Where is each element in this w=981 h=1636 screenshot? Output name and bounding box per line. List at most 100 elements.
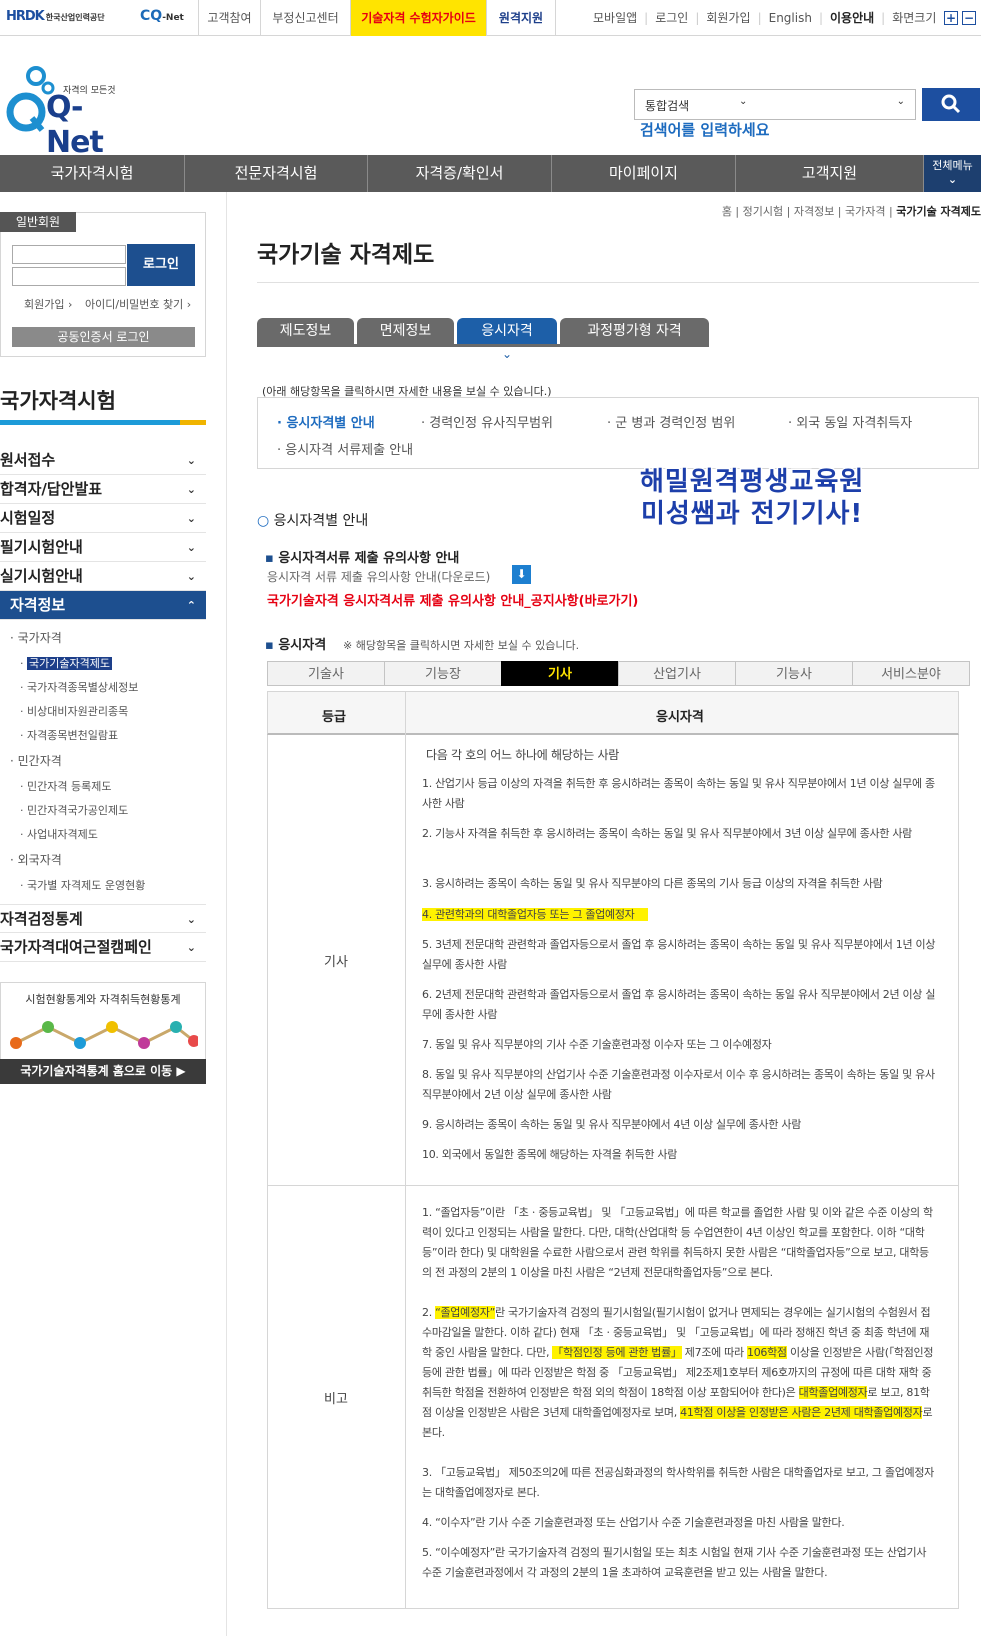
eligibility-heading-text: 응시자격 [278, 638, 327, 653]
breadcrumb-info[interactable]: 자격정보 [794, 205, 834, 218]
search-placeholder-text[interactable]: 검색어를 입력하세요 [640, 119, 769, 140]
search-category-select[interactable]: 통합검색 ⌄ ⌄ [634, 89, 916, 120]
grade-tab-service[interactable]: 서비스분야 [852, 661, 970, 686]
eligibility-item: 10. 외국에서 동일한 종목에 해당하는 자격을 취득한 사람 [422, 1148, 678, 1161]
sidebar-item-label: 시험일정 [0, 509, 56, 527]
link-customer-participation[interactable]: 고객참여 [198, 0, 260, 36]
eligibility-item: 2. 기능사 자격을 취득한 후 응시하려는 종목이 속하는 동일 및 유사 직… [422, 827, 912, 840]
info-link-foreign[interactable]: · 외국 동일 자격취득자 [788, 412, 912, 431]
chevron-down-icon: ⌄ [186, 941, 196, 954]
grade-tab-engineer[interactable]: 기사 [501, 661, 619, 686]
link-usage-guide[interactable]: 이용안내 [830, 11, 874, 25]
chevron-down-icon: ⌄ [947, 173, 958, 186]
grade-tab-master-craftsman[interactable]: 기능장 [384, 661, 502, 686]
sidebar-sub-inhouse[interactable]: · 사업내자격제도 [20, 826, 98, 842]
tab-system-info[interactable]: 제도정보 [257, 318, 354, 345]
sidebar-item-statistics[interactable]: 자격검정통계 ⌄ [0, 904, 206, 933]
hrdk-logo-sub: 한국산업인력공단 [45, 13, 105, 22]
sidebar-sub-emergency[interactable]: · 비상대비자원관리종목 [20, 703, 128, 719]
sidebar-sub-history[interactable]: · 자격종목변천일람표 [20, 727, 118, 743]
sidebar-sub-national[interactable]: · 국가자격 [10, 629, 62, 646]
download-icon[interactable]: ⬇ [512, 565, 531, 584]
login-password-input[interactable] [12, 267, 126, 286]
grade-tab-craftsman[interactable]: 기능사 [735, 661, 853, 686]
grade-tab-professional-engineer[interactable]: 기술사 [267, 661, 385, 686]
circle-bullet-icon: ○ [257, 513, 270, 529]
info-link-eligibility[interactable]: · 응시자격별 안내 [277, 412, 375, 431]
gnb-customer-support[interactable]: 고객지원 [736, 155, 924, 192]
login-button[interactable]: 로그인 [127, 244, 195, 286]
sidebar-sub-foreign[interactable]: · 외국자격 [10, 851, 62, 868]
sidebar-sub-item-detail[interactable]: · 국가자격종목별상세정보 [20, 679, 138, 695]
overlay-banner-text: 해밀원격평생교육원 미성쌤과 전기기사! [638, 466, 864, 531]
sidebar-sub-national-technical[interactable]: · 국가기술자격제도 [20, 655, 112, 671]
notice-shortcut-link[interactable]: 국가기술자격 응시자격서류 제출 유의사항 안내_공지사항(바로가기) [267, 590, 638, 609]
login-tab-general[interactable]: 일반회원 [0, 212, 76, 232]
sidebar-sub-private[interactable]: · 민간자격 [10, 752, 62, 769]
gnb-national-exam[interactable]: 국가자격시험 [0, 155, 185, 192]
search-button[interactable] [922, 88, 980, 121]
sidebar-item-campaign[interactable]: 국가자격대여근절캠페인 ⌄ [0, 933, 206, 962]
zoom-out-button[interactable]: − [962, 11, 976, 25]
info-link-label: 응시자격별 안내 [286, 416, 375, 431]
sidebar-item-schedule[interactable]: 시험일정 ⌄ [0, 504, 206, 533]
remark-item: 3. 「고등교육법」 제50조의2에 따른 전공심화과정의 학사학위를 취득한 … [422, 1466, 935, 1499]
statistics-home-label: 국가기술자격통계 홈으로 이동 [20, 1064, 173, 1078]
sidebar-item-results[interactable]: 합격자/답안발표 ⌄ [0, 475, 206, 504]
info-link-career[interactable]: · 경력인정 유사직무범위 [421, 412, 553, 431]
chevron-down-icon: ⌄ [502, 347, 513, 361]
sidebar-sub-foreign-status[interactable]: · 국가별 자격제도 운영현황 [20, 877, 145, 893]
table-row-divider [267, 1185, 959, 1186]
zoom-in-button[interactable]: + [944, 11, 958, 25]
document-notice-heading: ▪ 응시자격서류 제출 유의사항 안내 [265, 547, 459, 566]
remark-item: 1. “졸업자등”이란 「초ㆍ중등교육법」 및 「고등교육법」에 따른 학교를 … [422, 1206, 933, 1279]
link-signup[interactable]: 회원가입 [706, 11, 750, 25]
link-english[interactable]: English [769, 11, 812, 25]
breadcrumb-regular[interactable]: 정기시험 [743, 205, 783, 218]
chevron-down-icon: ⌄ [896, 96, 905, 107]
find-account-label: 아이디/비밀번호 찾기 [85, 298, 184, 311]
cqnet-logo-text: CQ [140, 8, 163, 24]
sidebar-sub-private-accredit[interactable]: · 민간자격국가공인제도 [20, 802, 128, 818]
top-utility-bar: HRDK 한국산업인력공단 CQ-Net 고객참여 부정신고센터 기술자격 수험자… [0, 0, 981, 36]
link-report-center[interactable]: 부정신고센터 [260, 0, 350, 36]
statistics-banner-title: 시험현황통계와 자격취득현황통계 [25, 993, 181, 1006]
tab-course-evaluation[interactable]: 과정평가형 자격 [560, 318, 709, 345]
info-link-box [257, 397, 979, 469]
sidebar-item-qualification-info[interactable]: 자격정보 ⌃ [0, 591, 206, 620]
info-link-documents[interactable]: · 응시자격 서류제출 안내 [277, 439, 413, 458]
certificate-login-button[interactable]: 공동인증서 로그인 [12, 327, 195, 347]
gnb-certificate[interactable]: 자격증/확인서 [368, 155, 552, 192]
document-download-link[interactable]: 응시자격 서류 제출 유의사항 안내(다운로드) [267, 568, 490, 585]
link-mobile-app[interactable]: 모바일앱 [593, 11, 637, 25]
cqnet-logo[interactable]: CQ-Net [140, 8, 184, 24]
breadcrumb-home[interactable]: 홈 [722, 205, 732, 218]
sidebar-item-practical-exam[interactable]: 실기시험안내 ⌄ [0, 562, 206, 591]
qnet-logo[interactable]: 자격의 모든것 Q-Net [6, 60, 116, 160]
gnb-professional-exam[interactable]: 전문자격시험 [185, 155, 368, 192]
sidebar-item-application[interactable]: 원서접수 ⌄ [0, 446, 206, 475]
chevron-down-icon: ⌄ [186, 541, 196, 554]
sidebar-sub-private-register[interactable]: · 민간자격 등록제도 [20, 778, 111, 794]
highlighted-text: 4. 관련학과의 대학졸업자등 또는 그 졸업예정자 [422, 908, 649, 921]
breadcrumb-national[interactable]: 국가자격 [845, 205, 885, 218]
chevron-down-icon: ⌄ [186, 512, 196, 525]
info-link-military[interactable]: · 군 병과 경력인정 범위 [607, 412, 735, 431]
hrdk-logo[interactable]: HRDK 한국산업인력공단 [6, 9, 105, 24]
sidebar-sub-label: 사업내자격제도 [27, 828, 98, 841]
find-account-link[interactable]: 아이디/비밀번호 찾기 › [85, 296, 191, 312]
statistics-home-button[interactable]: 국가기술자격통계 홈으로 이동 ▶ [0, 1059, 206, 1084]
gnb-mypage[interactable]: 마이페이지 [552, 155, 736, 192]
tab-exemption-info[interactable]: 면제정보 [357, 318, 454, 345]
login-id-input[interactable] [12, 245, 126, 264]
grade-tab-industrial-engineer[interactable]: 산업기사 [618, 661, 736, 686]
link-login[interactable]: 로그인 [655, 11, 688, 25]
all-menu-button[interactable]: 전체메뉴 ⌄ [924, 155, 981, 192]
sidebar-item-written-exam[interactable]: 필기시험안내 ⌄ [0, 533, 206, 562]
sidebar-item-label: 실기시험안내 [0, 567, 83, 585]
link-examinee-guide[interactable]: 기술자격 수험자가이드 [350, 0, 486, 36]
remark-item-graduation: 2. “졸업예정자”란 국가기술자격 검정의 필기시험일(필기시험이 없거나 면… [422, 1303, 937, 1443]
tab-eligibility[interactable]: 응시자격 [457, 318, 557, 345]
signup-link[interactable]: 회원가입 › [24, 296, 72, 312]
link-remote-support[interactable]: 원격지원 [486, 0, 556, 36]
